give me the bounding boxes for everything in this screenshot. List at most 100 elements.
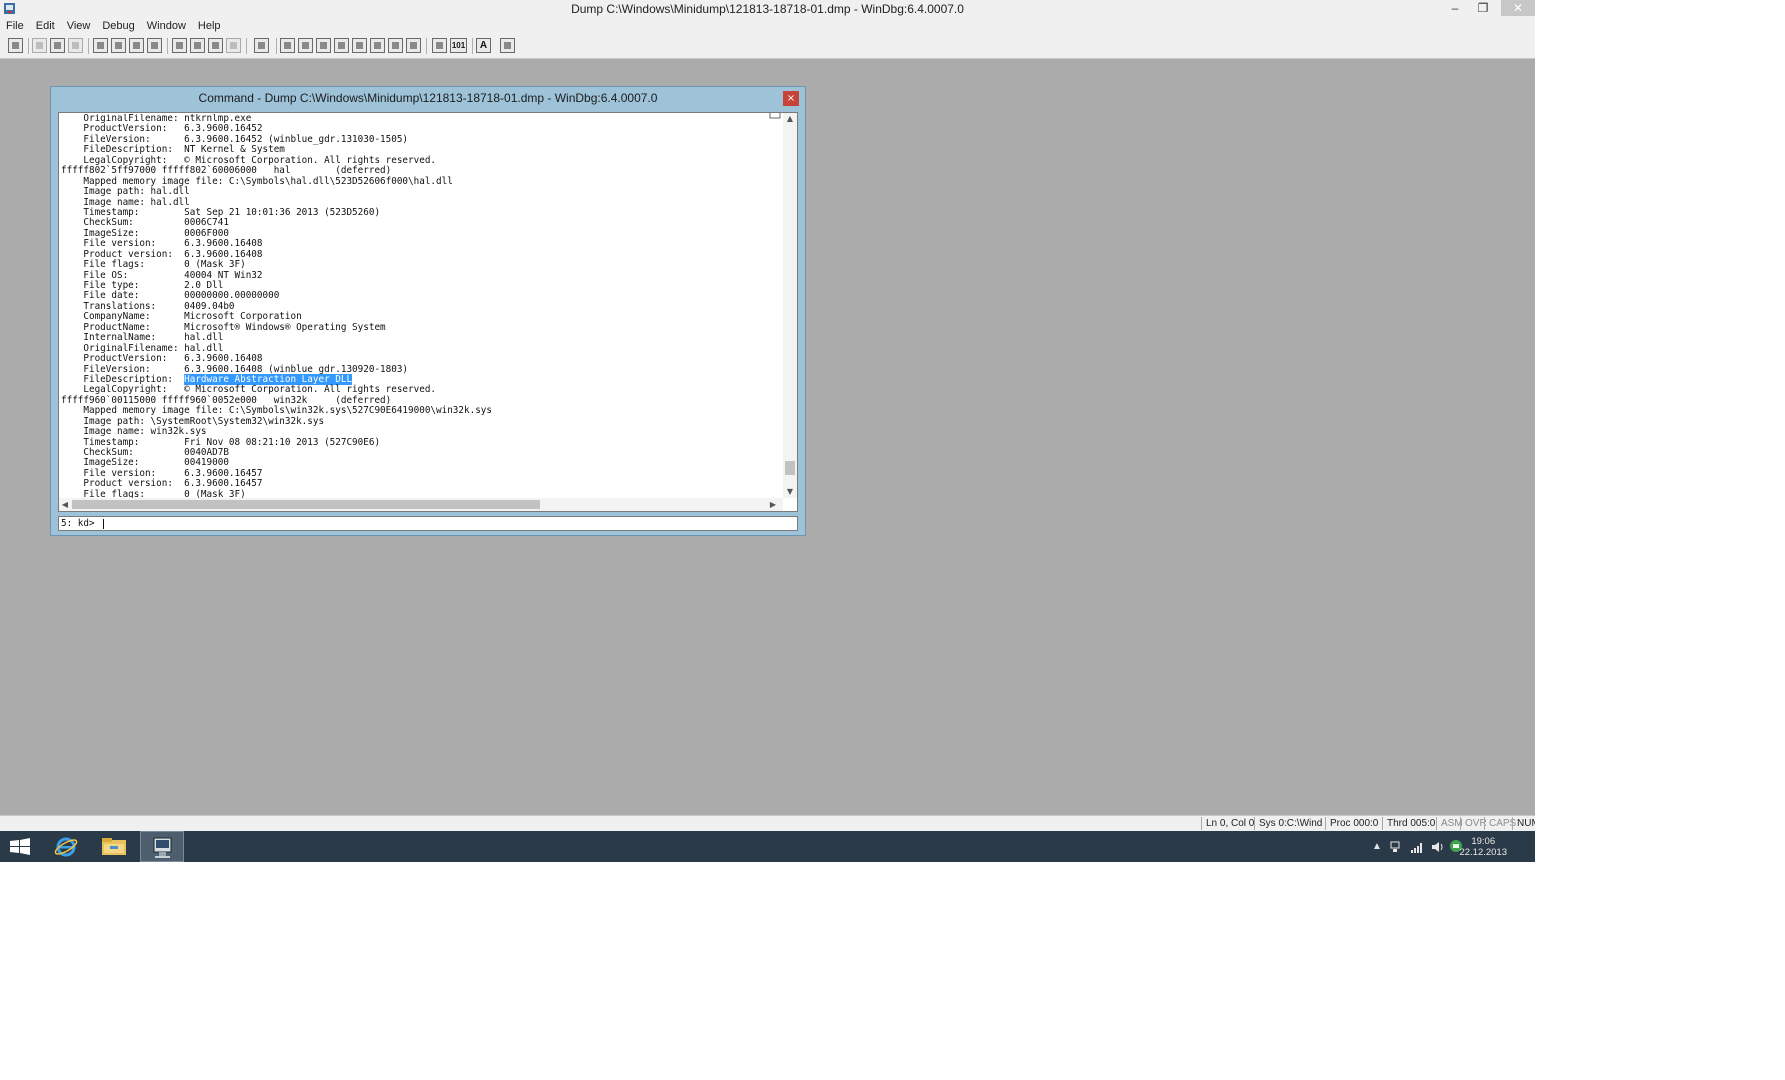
locals-window-icon[interactable] (316, 38, 331, 53)
kd-prompt: 5: kd> (61, 518, 95, 529)
taskbar-clock[interactable]: 19:06 22.12.2013 (1459, 836, 1507, 858)
output-line-text: File flags: 0 (Mask 3F) (61, 259, 246, 271)
menu-edit[interactable]: Edit (30, 18, 61, 34)
taskbar: ▲ 19:06 22.12.2013 (0, 831, 1535, 862)
start-button[interactable] (0, 831, 44, 862)
horizontal-scroll-thumb[interactable] (72, 500, 540, 509)
network-tray-icon[interactable] (1388, 840, 1402, 862)
hex-mode-icon[interactable]: 101 (450, 38, 467, 53)
command-window-close-button[interactable]: × (783, 91, 799, 106)
selected-text-highlight[interactable]: Hardware Abstraction Layer DLL (184, 373, 353, 385)
step-out-icon[interactable] (208, 38, 223, 53)
menu-window[interactable]: Window (141, 18, 192, 34)
scratch-pad-icon[interactable] (406, 38, 421, 53)
step-over-icon[interactable] (190, 38, 205, 53)
toolbar-separator (28, 38, 29, 54)
command-window: Command - Dump C:\Windows\Minidump\12181… (50, 86, 806, 536)
status-asm: ASM (1436, 817, 1463, 830)
signal-strength-icon[interactable] (1410, 840, 1424, 862)
options-icon[interactable] (500, 38, 515, 53)
scroll-down-arrow-icon[interactable]: ▼ (783, 486, 797, 498)
registers-window-icon[interactable] (334, 38, 349, 53)
app-title: Dump C:\Windows\Minidump\121813-18718-01… (571, 2, 964, 16)
menu-help[interactable]: Help (192, 18, 227, 34)
status-caps: CAPS (1484, 817, 1516, 830)
output-line-text: File type: 2.0 Dll (61, 280, 224, 291)
stop-debugging-icon[interactable] (129, 38, 144, 53)
tray-overflow-chevron[interactable]: ▲ (1372, 841, 1382, 862)
watch-window-icon[interactable] (298, 38, 313, 53)
close-button[interactable]: ✕ (1501, 0, 1535, 16)
restore-button[interactable]: ❐ (1469, 0, 1497, 16)
vertical-scroll-thumb[interactable] (785, 461, 795, 475)
command-output-text[interactable]: OriginalFilename: ntkrnlmp.exe ProductVe… (61, 114, 783, 499)
hand-icon[interactable] (254, 38, 269, 53)
font-icon[interactable]: A (476, 38, 491, 53)
folder-icon (102, 838, 126, 855)
status-bar: Ln 0, Col 0 Sys 0:C:\Wind Proc 000:0 Thr… (0, 815, 1535, 832)
vertical-scrollbar[interactable]: ▲ ▼ (769, 113, 797, 498)
command-window-icon[interactable] (280, 38, 295, 53)
output-line-text: Translations: 0409.04b0 (61, 300, 235, 312)
output-line-text: FileDescription: NT Kernel & System (61, 144, 285, 156)
paste-icon[interactable] (68, 38, 83, 53)
output-line-text: Image path: \SystemRoot\System32\win32k.… (61, 415, 325, 427)
output-line-text: Image path: hal.dll (61, 186, 190, 198)
menu-view[interactable]: View (61, 18, 97, 34)
output-line-text: CheckSum: 0040AD7B (61, 447, 229, 458)
minimize-button[interactable]: – (1441, 0, 1469, 16)
scroll-up-arrow-icon[interactable]: ▲ (783, 113, 797, 125)
windbg-button[interactable] (140, 831, 184, 862)
output-line-text: fffff802`5ff97000 fffff802`60006000 hal … (61, 165, 392, 177)
horizontal-scrollbar[interactable]: ◀ ▶ (59, 498, 783, 511)
break-icon[interactable] (147, 38, 162, 53)
output-line-text: File date: 00000000.00000000 (61, 290, 280, 302)
output-line-text: fffff960`00115000 fffff960`0052e000 win3… (61, 394, 392, 406)
scroll-left-arrow-icon[interactable]: ◀ (59, 498, 71, 511)
output-line-text: Image name: win32k.sys (61, 426, 207, 438)
toolbar-separator (88, 38, 89, 54)
disassembly-window-icon[interactable] (388, 38, 403, 53)
menu-debug[interactable]: Debug (96, 18, 140, 34)
memory-window-icon[interactable] (352, 38, 367, 53)
menu-file[interactable]: File (0, 18, 30, 34)
output-line-text: Mapped memory image file: C:\Symbols\hal… (61, 175, 453, 187)
command-input-line[interactable]: 5: kd> (58, 516, 798, 531)
command-input[interactable] (106, 517, 786, 530)
internet-explorer-icon (54, 837, 78, 857)
output-line-text: LegalCopyright: © Microsoft Corporation.… (61, 384, 437, 396)
file-explorer-button[interactable] (92, 831, 136, 862)
run-to-cursor-icon[interactable] (226, 38, 241, 53)
cut-icon[interactable] (32, 38, 47, 53)
app-title-bar: Dump C:\Windows\Minidump\121813-18718-01… (0, 0, 1535, 18)
status-position: Ln 0, Col 0 (1201, 817, 1254, 830)
windows-logo-icon (10, 838, 30, 855)
output-line-text: Product version: 6.3.9600.16457 (61, 478, 263, 490)
toolbar-separator (246, 38, 247, 54)
restart-icon[interactable] (111, 38, 126, 53)
output-line-text: CompanyName: Microsoft Corporation (61, 311, 302, 323)
output-line-text: LegalCopyright: © Microsoft Corporation.… (61, 154, 437, 166)
open-icon[interactable] (8, 38, 23, 53)
toolbar-separator (276, 38, 277, 54)
volume-icon[interactable] (1430, 840, 1444, 862)
call-stack-icon[interactable] (370, 38, 385, 53)
internet-explorer-button[interactable] (44, 831, 88, 862)
output-line-text: CheckSum: 0006C741 (61, 217, 229, 229)
status-thread: Thrd 005:0 (1382, 817, 1435, 830)
output-line-text: ImageSize: 0006F000 (61, 227, 229, 239)
clock-date: 22.12.2013 (1459, 847, 1507, 858)
source-mode-icon[interactable] (432, 38, 447, 53)
scroll-right-arrow-icon[interactable]: ▶ (767, 498, 779, 511)
output-line-text: Image name: hal.dll (61, 196, 190, 208)
command-output-pane[interactable]: OriginalFilename: ntkrnlmp.exe ProductVe… (58, 112, 798, 512)
toolbar-separator (472, 38, 473, 54)
text-cursor (103, 519, 104, 529)
output-line-text: Timestamp: Sat Sep 21 10:01:36 2013 (523… (61, 206, 381, 218)
output-line-text: ProductName: Microsoft® Windows® Operati… (61, 321, 386, 333)
output-line-text: Timestamp: Fri Nov 08 08:21:10 2013 (527… (61, 436, 381, 448)
go-icon[interactable] (93, 38, 108, 53)
step-into-icon[interactable] (172, 38, 187, 53)
copy-icon[interactable] (50, 38, 65, 53)
output-line-text: File version: 6.3.9600.16408 (61, 238, 263, 250)
